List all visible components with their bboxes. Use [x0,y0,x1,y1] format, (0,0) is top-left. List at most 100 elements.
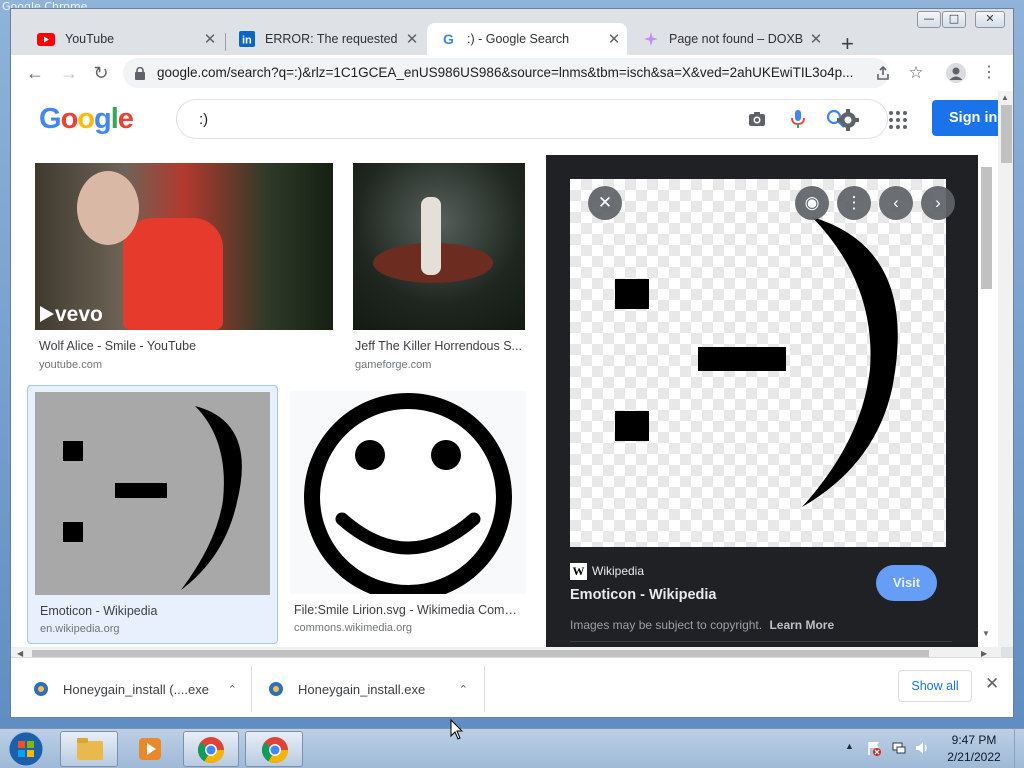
preview-title[interactable]: Emoticon - Wikipedia [570,587,717,603]
preview-image[interactable] [570,179,946,547]
taskbar-media-player[interactable] [122,731,178,767]
installer-icon [269,682,283,696]
panel-scroll-thumb[interactable] [981,167,992,289]
scroll-up-icon[interactable]: ▲ [1001,93,1009,102]
vevo-logo: vevo [55,303,103,326]
scroll-down-icon[interactable]: ▼ [982,629,990,638]
tab-label: Page not found – DOXBOX [669,32,803,46]
learn-more-link[interactable]: Learn More [769,618,834,632]
camera-icon[interactable] [746,108,768,130]
close-tab-icon[interactable]: ✕ [803,30,829,48]
taskbar-chrome-pinned[interactable] [183,731,239,767]
folder-icon [77,738,103,760]
bookmark-star-icon[interactable]: ☆ [904,61,928,85]
lens-search-icon[interactable]: ◉ [795,186,829,220]
google-icon: G [443,31,454,47]
result-caption[interactable]: Jeff The Killer Horrendous S... [355,339,525,353]
settings-gear-icon[interactable] [836,108,860,132]
visit-button[interactable]: Visit [876,565,937,601]
browser-window: — □ ✕ YouTube ✕ in ERROR: The requested … [10,8,1014,718]
image-preview-panel: ✕ ◉ ⋮ ‹ › W Wikipedia Emoticon - Wikiped… [546,155,978,647]
browser-toolbar: ← → ↻ google.com/search?q=:)&rlz=1C1GCEA… [11,55,1013,91]
chrome-icon [197,737,225,764]
chevron-up-icon[interactable]: ⌃ [459,683,468,696]
network-icon[interactable] [891,740,907,756]
more-options-icon[interactable]: ⋮ [837,186,871,220]
emoticon-preview-icon [615,217,898,507]
next-image-icon[interactable]: › [921,186,955,220]
result-thumbnail[interactable] [353,163,525,330]
close-tab-icon[interactable]: ✕ [601,30,627,48]
image-result-selected[interactable]: Emoticon - Wikipedia en.wikipedia.org [27,385,278,644]
youtube-icon [37,32,55,46]
linkedin-icon: in [239,31,255,47]
tab-linkedin[interactable]: in ERROR: The requested URL ✕ [225,23,425,55]
microphone-icon[interactable] [787,108,809,130]
result-thumbnail[interactable] [35,392,270,595]
tray-expand-icon[interactable]: ▲ [845,741,854,751]
result-source: commons.wikimedia.org [294,622,412,634]
emoticon-thumbnail-icon [63,406,242,590]
result-source: en.wikipedia.org [40,623,120,635]
chevron-up-icon[interactable]: ⌃ [228,683,237,696]
result-caption[interactable]: Emoticon - Wikipedia [40,604,270,618]
copyright-note: Images may be subject to copyright. Lear… [570,618,834,632]
image-result[interactable]: File:Smile Lirion.svg - Wikimedia Comm..… [285,385,531,644]
clock-time[interactable]: 9:47 PM [942,733,1006,747]
divider [484,666,485,712]
profile-icon[interactable] [946,63,966,83]
forward-icon[interactable]: → [57,61,81,85]
result-source: gameforge.com [355,359,432,371]
result-caption[interactable]: File:Smile Lirion.svg - Wikimedia Comm..… [294,603,524,617]
result-thumbnail[interactable]: vevo [35,163,333,330]
speaker-icon[interactable] [914,740,930,756]
search-box[interactable]: :) [176,99,888,139]
clock-date[interactable]: 2/21/2022 [942,750,1006,764]
reload-icon[interactable]: ↻ [89,61,113,85]
tab-label: ERROR: The requested URL [265,32,399,46]
page-scroll-thumb[interactable] [1001,105,1012,163]
image-result[interactable]: vevo Wolf Alice - Smile - YouTube youtub… [27,157,339,375]
search-query[interactable]: :) [199,111,208,128]
menu-kebab-icon[interactable]: ⋮ [977,61,1001,85]
tab-google-search[interactable]: G :) - Google Search ✕ [427,23,627,55]
address-bar[interactable]: google.com/search?q=:)&rlz=1C1GCEA_enUS9… [123,58,889,88]
download-item[interactable]: Honeygain_install (....exe ⌃ [33,672,237,706]
close-shelf-icon[interactable]: ✕ [985,674,999,694]
tab-label: :) - Google Search [467,32,570,46]
lock-icon [135,67,145,80]
action-center-flag-icon[interactable] [866,740,882,756]
copyright-text: Images may be subject to copyright. [570,618,763,632]
media-player-icon [139,738,161,760]
download-item[interactable]: Honeygain_install.exe ⌃ [268,672,468,706]
back-icon[interactable]: ← [23,61,47,85]
new-tab-icon[interactable]: + [841,31,854,57]
previous-image-icon[interactable]: ‹ [879,186,913,220]
start-button-icon[interactable] [8,731,44,767]
face-shape [77,171,139,245]
google-logo[interactable]: Google [39,103,134,136]
show-all-button[interactable]: Show all [898,670,972,702]
preview-site[interactable]: Wikipedia [592,564,644,578]
close-tab-icon[interactable]: ✕ [399,30,425,48]
result-caption[interactable]: Wolf Alice - Smile - YouTube [39,339,329,353]
page-content: Google :) Sign in vevo Wolf Alice - Smil… [11,91,1013,647]
result-source: youtube.com [39,359,102,371]
show-desktop-button[interactable] [1014,729,1024,768]
result-thumbnail[interactable] [290,391,526,594]
page-vertical-scrollbar[interactable]: ▲ [998,91,1013,647]
tab-youtube[interactable]: YouTube ✕ [23,23,223,55]
taskbar: ▲ 9:47 PM 2/21/2022 [0,719,1024,768]
wikipedia-icon: W [570,563,587,580]
tab-strip: YouTube ✕ in ERROR: The requested URL ✕ … [11,19,1013,57]
share-icon[interactable] [875,65,891,81]
download-shelf: Honeygain_install (....exe ⌃ Honeygain_i… [11,657,1013,717]
panel-scrollbar[interactable]: ▼ [978,155,998,647]
taskbar-chrome-active[interactable] [245,731,303,767]
taskbar-explorer[interactable] [60,731,118,767]
close-tab-icon[interactable]: ✕ [197,30,223,48]
apps-grid-icon[interactable] [889,111,907,129]
image-result[interactable]: Jeff The Killer Horrendous S... gameforg… [347,157,531,375]
close-preview-icon[interactable]: ✕ [588,186,622,220]
tab-doxbox[interactable]: Page not found – DOXBOX ✕ [629,23,829,55]
